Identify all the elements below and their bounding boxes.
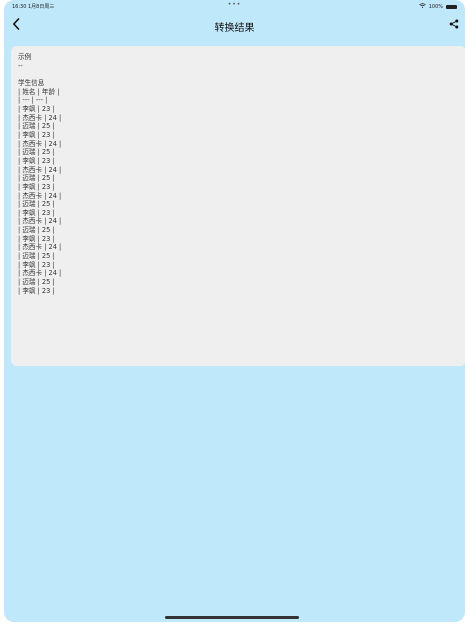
status-right-group: 100%	[418, 3, 457, 10]
navigation-bar: 转换结果	[4, 12, 465, 38]
page-title: 转换结果	[214, 23, 255, 34]
share-button[interactable]	[447, 17, 461, 31]
wifi-icon	[418, 3, 426, 10]
status-bar: 16:30 1月8日周三 ••• 100%	[4, 0, 465, 12]
share-icon	[449, 19, 459, 29]
multitasking-dots[interactable]: •••	[228, 1, 242, 8]
app-screen: 16:30 1月8日周三 ••• 100% 转换结果 示例 -- 学生信息 | …	[4, 0, 465, 622]
result-card: 示例 -- 学生信息 | 姓名 | 年龄 | | --- | --- | | 李…	[11, 46, 465, 366]
result-text[interactable]: 示例 -- 学生信息 | 姓名 | 年龄 | | --- | --- | | 李…	[18, 53, 459, 295]
home-indicator[interactable]	[165, 616, 299, 619]
status-time-date: 16:30 1月8日周三	[12, 4, 55, 10]
battery-icon	[446, 4, 457, 9]
battery-percent: 100%	[428, 3, 443, 10]
